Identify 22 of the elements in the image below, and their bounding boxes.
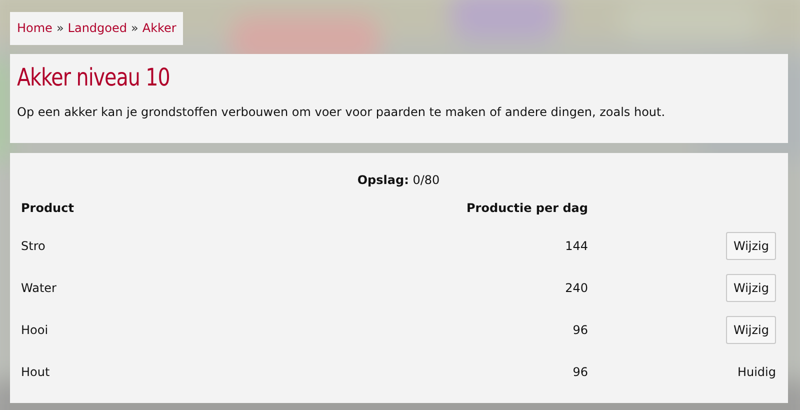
edit-button[interactable]: Wijzig (726, 316, 776, 344)
description-text: Op een akker kan je grondstoffen verbouwen om voer voor paarden te maken of andere dingen, zoals hout. (17, 105, 666, 119)
edit-button[interactable]: Wijzig (726, 274, 776, 302)
current-label: Huidig (737, 365, 776, 379)
breadcrumb-link[interactable]: Home (17, 21, 52, 35)
product-cell-text: Water (21, 280, 58, 297)
product-cell-text: Stro (21, 238, 46, 255)
column-header: Product (21, 201, 75, 217)
page-title: Akker niveau 10 (17, 64, 171, 92)
breadcrumb-link[interactable]: Akker (142, 21, 176, 35)
storage-text: Opslag: 0/80 (356, 173, 441, 187)
production-cell-text: 144 (564, 238, 588, 255)
product-cell-text: Hout (21, 364, 51, 381)
production-cell-text: 240 (564, 280, 588, 297)
production-cell-text: 96 (572, 364, 588, 381)
edit-button[interactable]: Wijzig (726, 232, 776, 260)
breadcrumb-separator: » (56, 21, 64, 35)
product-cell-text: Hooi (21, 322, 50, 339)
breadcrumb-separator: » (131, 21, 138, 35)
column-header: Productie per dag (466, 201, 588, 217)
production-cell-text: 96 (572, 322, 588, 339)
breadcrumb-link[interactable]: Landgoed (68, 21, 128, 35)
